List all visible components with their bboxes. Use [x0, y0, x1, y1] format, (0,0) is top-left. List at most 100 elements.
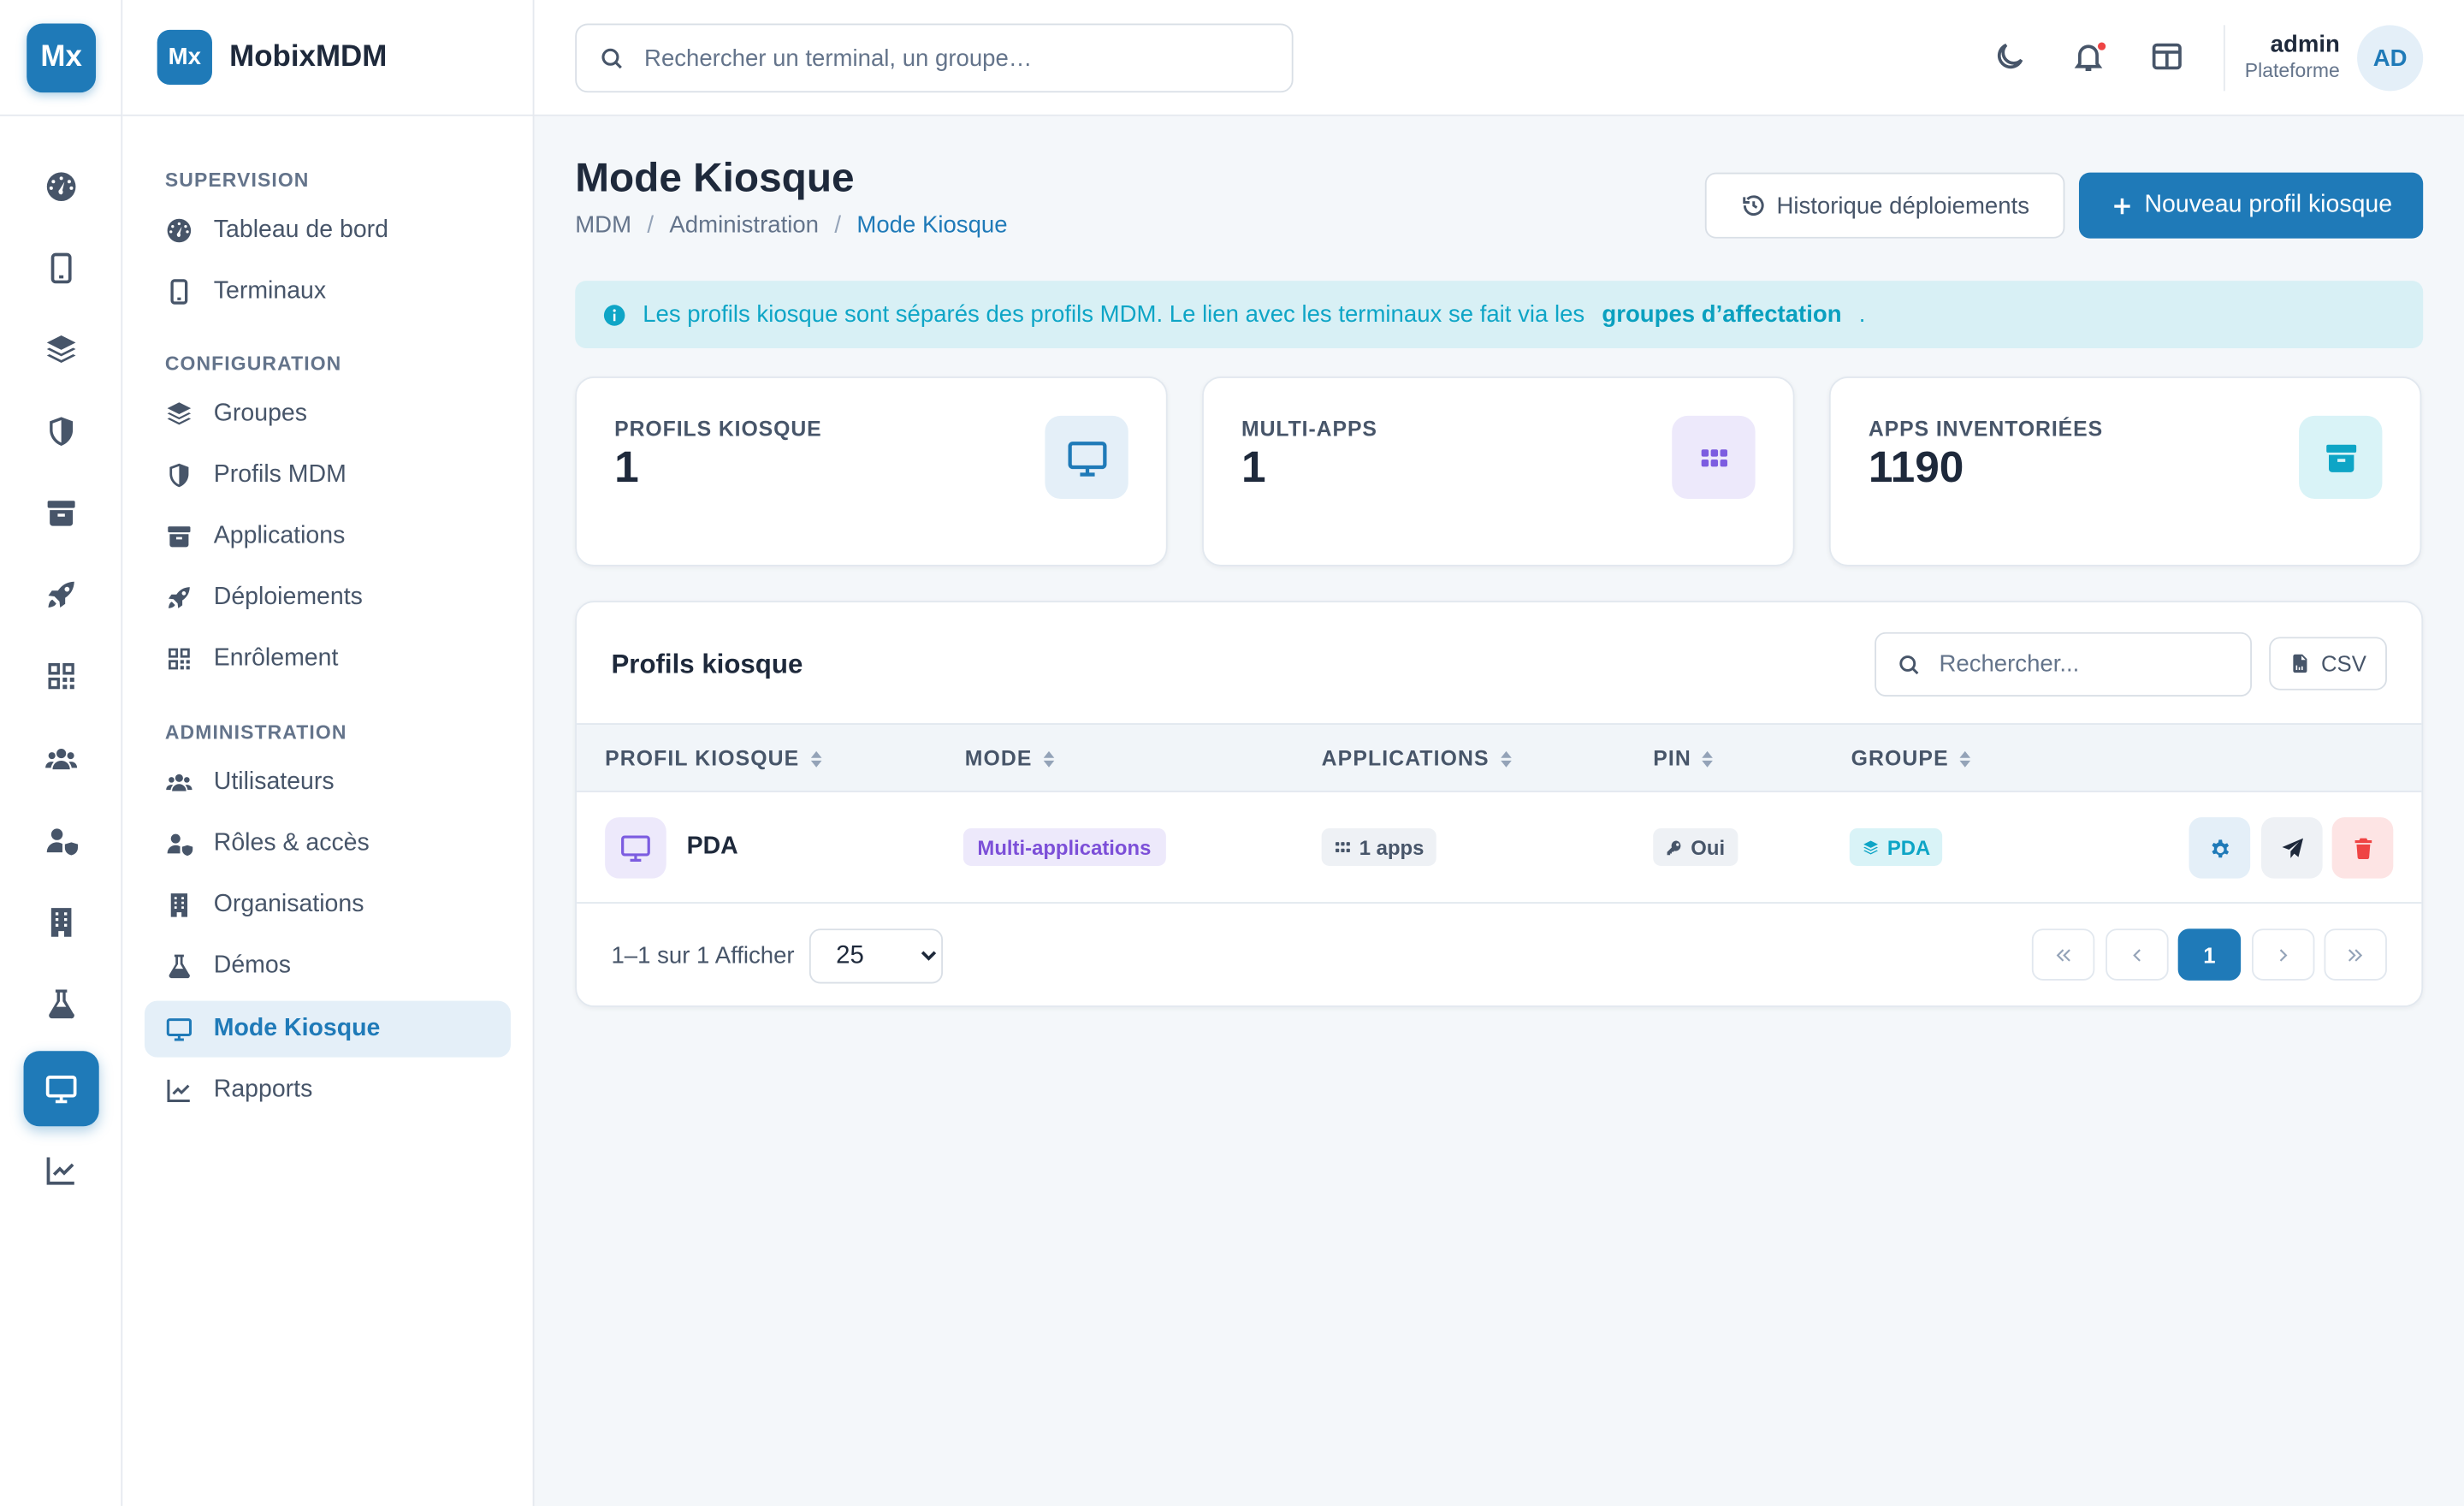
column-header-applications[interactable]: APPLICATIONS [1322, 747, 1513, 770]
sidebar-item-mdm-profiles[interactable]: Profils MDM [145, 447, 511, 503]
user-name[interactable]: admin [2271, 32, 2340, 58]
rail-item-deployments[interactable] [24, 557, 99, 632]
csv-export-button[interactable]: CSV [2269, 637, 2387, 691]
new-kiosk-profile-label: Nouveau profil kiosque [2144, 191, 2393, 218]
sidebar-item-terminals[interactable]: Terminaux [145, 264, 511, 320]
tablet-icon [170, 279, 188, 305]
rail-item-applications[interactable] [24, 475, 99, 550]
sidebar-item-label: Déploiements [213, 583, 363, 611]
column-header-mode[interactable]: MODE [965, 747, 1056, 770]
grid-icon [1700, 448, 1727, 466]
rail-item-demos[interactable] [24, 966, 99, 1041]
sidebar-item-label: Mode Kiosque [213, 1015, 381, 1042]
profile-icon-box [605, 817, 666, 879]
sidebar-item-users[interactable]: Utilisateurs [145, 755, 511, 811]
sidebar-item-demos[interactable]: Démos [145, 938, 511, 994]
chart-line-icon [167, 1079, 190, 1103]
global-search[interactable] [575, 23, 1294, 93]
configure-button[interactable] [2189, 817, 2251, 879]
layers-icon [46, 335, 76, 363]
gauge-icon [167, 218, 192, 243]
sidebar-item-label: Démos [213, 952, 291, 979]
sidebar-item-reports[interactable]: Rapports [145, 1062, 511, 1118]
search-icon [1899, 655, 1919, 674]
global-search-input[interactable] [644, 44, 1273, 72]
previous-page-button[interactable] [2106, 928, 2169, 981]
new-kiosk-profile-button[interactable]: Nouveau profil kiosque [2078, 172, 2424, 239]
moon-icon[interactable] [1993, 39, 2027, 74]
breadcrumb-separator: / [834, 211, 842, 239]
first-page-button[interactable] [2031, 928, 2095, 981]
group-badge[interactable]: PDA [1849, 827, 1943, 866]
table-search[interactable] [1875, 631, 2252, 697]
last-page-button[interactable] [2324, 928, 2387, 981]
grid-icon [1336, 841, 1350, 852]
apps-badge: 1 apps [1321, 827, 1437, 866]
rail-item-groups[interactable] [24, 312, 99, 388]
monitor-icon [621, 835, 650, 862]
table-row[interactable]: PDA Multi-applications 1 apps Oui PDA [577, 792, 2422, 904]
page-size-select[interactable]: 10 25 50 100 [808, 928, 944, 984]
user-shield-icon [46, 828, 78, 856]
sidebar-item-kiosk-mode[interactable]: Mode Kiosque [144, 1000, 511, 1058]
sidebar-item-label: Rôles & accès [213, 829, 370, 857]
page-title: Mode Kiosque [575, 153, 855, 201]
rail-item-enrollment[interactable] [24, 638, 99, 714]
rail-item-dashboard[interactable] [24, 149, 99, 224]
chevrons-left-icon [2056, 948, 2070, 961]
sidebar-item-organizations[interactable]: Organisations [145, 877, 511, 934]
column-header-pin[interactable]: PIN [1653, 747, 1715, 770]
delete-button[interactable] [2331, 817, 2394, 879]
users-icon [166, 774, 192, 792]
column-header-label: MODE [964, 746, 1033, 771]
sidebar-item-label: Terminaux [213, 277, 327, 305]
table-header: PROFIL KIOSQUE MODE APPLICATIONS PIN GRO… [577, 723, 2422, 792]
breadcrumb-item[interactable]: Administration [669, 211, 819, 238]
sidebar-item-roles[interactable]: Rôles & accès [145, 815, 511, 872]
rail-item-kiosk-mode[interactable] [23, 1051, 99, 1127]
paper-plane-icon [2281, 837, 2303, 857]
deployment-history-button[interactable]: Historique déploiements [1704, 172, 2065, 239]
layers-icon [1863, 839, 1879, 854]
layout-columns-icon[interactable] [2150, 39, 2184, 74]
sidebar-item-enrollment[interactable]: Enrôlement [145, 631, 511, 687]
stat-card-kiosk-profiles: PROFILS KIOSQUE 1 [575, 376, 1168, 566]
sort-icon [1043, 750, 1055, 767]
rail-logo[interactable]: Mx [27, 23, 97, 93]
avatar[interactable]: AD [2357, 25, 2424, 92]
breadcrumb-item[interactable]: MDM [575, 211, 631, 238]
stat-icon-box [2299, 415, 2383, 499]
sidebar-item-applications[interactable]: Applications [145, 508, 511, 565]
next-page-button[interactable] [2251, 928, 2315, 981]
stat-icon-box [1045, 415, 1128, 499]
archive-icon [2325, 443, 2356, 471]
rail-item-mdm-profiles[interactable] [24, 394, 99, 469]
sidebar-item-groups[interactable]: Groupes [145, 386, 511, 442]
brand[interactable]: Mx MobixMDM [157, 29, 387, 85]
sort-icon [810, 750, 821, 767]
monitor-icon [45, 1076, 77, 1104]
pin-badge: Oui [1653, 827, 1738, 866]
flask-icon [169, 954, 190, 979]
rail-item-roles[interactable] [24, 803, 99, 879]
stat-icon-box [1672, 415, 1756, 499]
sidebar-item-dashboard[interactable]: Tableau de bord [145, 202, 511, 258]
table-search-input[interactable] [1939, 650, 2223, 678]
sidebar-section-supervision: SUPERVISION [164, 169, 310, 192]
gauge-icon [46, 172, 76, 201]
assignment-groups-link[interactable]: groupes d’affectation [1602, 301, 1841, 328]
rail-item-terminals[interactable] [24, 230, 99, 305]
rail-item-users[interactable] [24, 721, 99, 797]
sidebar-item-deployments[interactable]: Déploiements [145, 569, 511, 626]
column-header-profile[interactable]: PROFIL KIOSQUE [605, 747, 823, 770]
deploy-button[interactable] [2261, 817, 2323, 879]
breadcrumb-current: Mode Kiosque [856, 211, 1008, 239]
column-header-group[interactable]: GROUPE [1851, 747, 1973, 770]
sort-icon [1702, 750, 1714, 767]
rail-item-organizations[interactable] [24, 885, 99, 960]
topbar-divider [2223, 25, 2225, 92]
profile-name[interactable]: PDA [687, 833, 738, 861]
building-icon [170, 893, 188, 917]
rail-item-reports[interactable] [24, 1133, 99, 1208]
page-button-current[interactable]: 1 [2177, 928, 2242, 981]
